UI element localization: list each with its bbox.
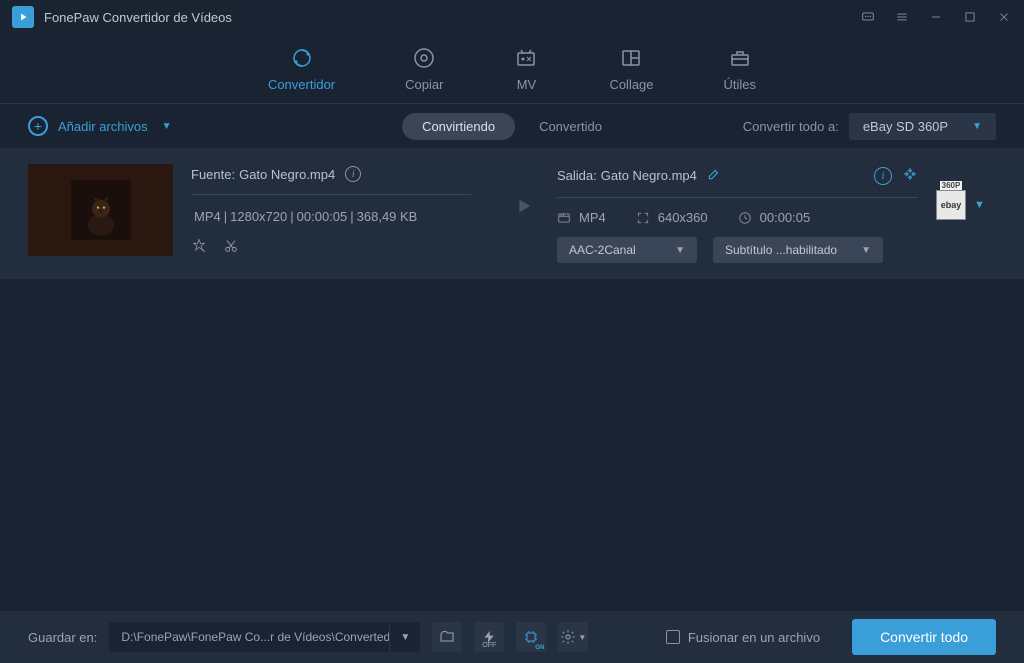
minimize-button[interactable] (928, 9, 944, 25)
output-profile-dropdown[interactable]: eBay SD 360P ▼ (849, 113, 996, 140)
output-filename: Gato Negro.mp4 (601, 168, 697, 183)
edit-name-icon[interactable] (707, 167, 721, 184)
add-files-label: Añadir archivos (58, 119, 148, 134)
source-label: Fuente: (191, 167, 235, 182)
chevron-down-icon: ▼ (974, 199, 985, 211)
footer: Guardar en: D:\FonePaw\FonePaw Co...r de… (0, 611, 1024, 663)
audio-value: AAC-2Canal (569, 243, 636, 257)
subtitle-dropdown[interactable]: Subtítulo ...habilitado ▼ (713, 237, 883, 263)
file-row: Fuente: Gato Negro.mp4 i MP4|1280x720|00:… (0, 148, 1024, 279)
tab-mv[interactable]: MV (507, 37, 545, 100)
output-label: Salida: (557, 168, 597, 183)
mv-icon (513, 45, 539, 71)
tab-collage[interactable]: Collage (603, 37, 659, 100)
compress-icon[interactable] (902, 166, 918, 185)
merge-label: Fusionar en un archivo (688, 630, 820, 645)
save-to-label: Guardar en: (28, 630, 97, 645)
collage-icon (618, 45, 644, 71)
close-button[interactable] (996, 9, 1012, 25)
chevron-down-icon: ▼ (675, 245, 685, 256)
open-folder-button[interactable] (432, 622, 462, 652)
out-resolution-spec: 640x360 (636, 210, 708, 225)
src-duration: 00:00:05 (294, 209, 351, 224)
merge-checkbox[interactable]: Fusionar en un archivo (666, 630, 820, 645)
chevron-down-icon: ▼ (162, 121, 172, 132)
badge-brand: ebay (941, 200, 962, 210)
app-logo (12, 6, 34, 28)
save-path-box: D:\FonePaw\FonePaw Co...r de Vídeos\Conv… (109, 622, 420, 652)
save-path[interactable]: D:\FonePaw\FonePaw Co...r de Vídeos\Conv… (109, 630, 389, 644)
checkbox-icon (666, 630, 680, 644)
feedback-icon[interactable] (860, 9, 876, 25)
plus-icon: + (28, 116, 48, 136)
badge-res: 360P (940, 181, 963, 190)
out-duration-spec: 00:00:05 (738, 210, 811, 225)
tab-convertidor[interactable]: Convertidor (262, 37, 341, 100)
tab-copiar[interactable]: Copiar (399, 37, 449, 100)
format-badge: 360P ebay (936, 190, 966, 220)
menu-icon[interactable] (894, 9, 910, 25)
nav-tabs: Convertidor Copiar MV Collage Útiles (0, 34, 1024, 104)
tab-label: Útiles (724, 77, 757, 92)
source-filename: Gato Negro.mp4 (239, 167, 335, 182)
src-resolution: 1280x720 (227, 209, 290, 224)
settings-button[interactable]: ▼ (558, 622, 588, 652)
tab-label: Collage (609, 77, 653, 92)
tab-label: Convertidor (268, 77, 335, 92)
file-list: Fuente: Gato Negro.mp4 i MP4|1280x720|00:… (0, 148, 1024, 279)
output-format-selector[interactable]: 360P ebay ▼ (936, 164, 996, 220)
disc-icon (411, 45, 437, 71)
filter-converted[interactable]: Convertido (519, 113, 622, 140)
convert-icon (289, 45, 315, 71)
gpu-accel-button[interactable]: OFF (474, 622, 504, 652)
output-info: Salida: Gato Negro.mp4 i MP4 640x360 00:0… (557, 164, 918, 263)
path-dropdown[interactable]: ▼ (389, 622, 420, 652)
arrow-icon (489, 164, 539, 218)
out-format-spec: MP4 (557, 210, 606, 225)
hw-accel-button[interactable]: ON (516, 622, 546, 652)
maximize-button[interactable] (962, 9, 978, 25)
output-info-icon[interactable]: i (874, 167, 892, 185)
tab-label: MV (517, 77, 537, 92)
info-icon[interactable]: i (345, 166, 361, 182)
titlebar: FonePaw Convertidor de Vídeos (0, 0, 1024, 34)
filter-converting[interactable]: Convirtiendo (402, 113, 515, 140)
video-thumbnail[interactable] (28, 164, 173, 256)
chevron-down-icon: ▼ (972, 121, 982, 132)
audio-dropdown[interactable]: AAC-2Canal ▼ (557, 237, 697, 263)
convert-all-button[interactable]: Convertir todo (852, 619, 996, 655)
convert-all-to-label: Convertir todo a: (743, 119, 839, 134)
cut-button[interactable] (223, 238, 239, 257)
chevron-down-icon: ▼ (861, 245, 871, 256)
source-info: Fuente: Gato Negro.mp4 i MP4|1280x720|00:… (191, 164, 471, 257)
profile-value: eBay SD 360P (863, 119, 948, 134)
empty-area (0, 279, 1024, 611)
subtitle-value: Subtítulo ...habilitado (725, 243, 837, 257)
source-specs: MP4|1280x720|00:00:05|368,49 KB (191, 209, 471, 224)
src-format: MP4 (191, 209, 224, 224)
toolbox-icon (727, 45, 753, 71)
tab-utiles[interactable]: Útiles (718, 37, 763, 100)
src-size: 368,49 KB (354, 209, 421, 224)
add-files-button[interactable]: + Añadir archivos ▼ (28, 116, 172, 136)
edit-effects-button[interactable] (191, 238, 207, 257)
tab-label: Copiar (405, 77, 443, 92)
app-title: FonePaw Convertidor de Vídeos (44, 10, 860, 25)
toolbar: + Añadir archivos ▼ Convirtiendo Convert… (0, 104, 1024, 148)
